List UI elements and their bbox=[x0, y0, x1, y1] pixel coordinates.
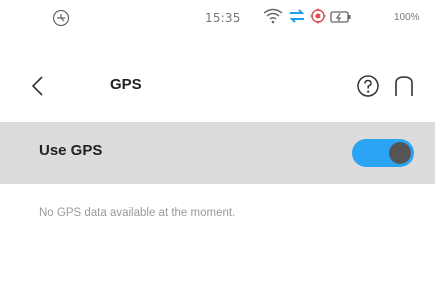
app-status-icon bbox=[52, 9, 70, 27]
use-gps-toggle[interactable] bbox=[352, 139, 414, 167]
back-icon[interactable] bbox=[30, 74, 46, 98]
gps-status-message: No GPS data available at the moment. bbox=[39, 207, 236, 219]
wifi-icon bbox=[262, 8, 284, 28]
status-icons bbox=[262, 8, 352, 28]
battery-percent: 100% bbox=[394, 12, 420, 23]
app-bar: GPS bbox=[0, 60, 435, 112]
status-time: 15:35 bbox=[205, 11, 241, 25]
status-bar: 15:35 100% bbox=[0, 0, 435, 36]
help-icon[interactable] bbox=[356, 74, 380, 98]
home-icon[interactable] bbox=[393, 74, 415, 98]
toggle-knob bbox=[389, 142, 411, 164]
battery-charging-icon bbox=[330, 9, 352, 28]
use-gps-row[interactable]: Use GPS bbox=[0, 122, 435, 184]
location-icon bbox=[310, 8, 326, 28]
data-transfer-icon bbox=[288, 8, 306, 28]
use-gps-label: Use GPS bbox=[39, 142, 103, 159]
page-title: GPS bbox=[110, 76, 142, 93]
